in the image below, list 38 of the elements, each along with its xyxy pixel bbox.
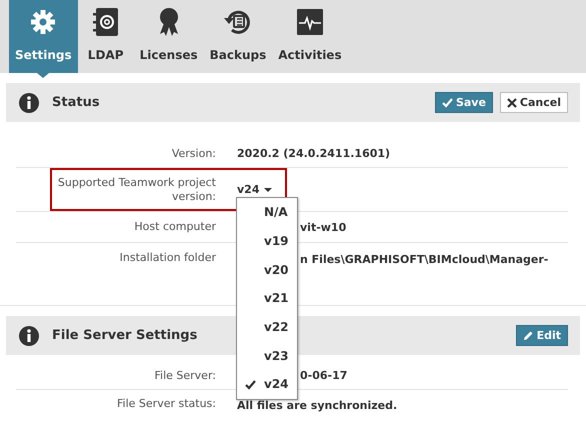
check-icon — [442, 98, 453, 108]
pencil-icon — [522, 330, 534, 341]
tab[interactable]: Licenses — [134, 0, 204, 73]
header-button[interactable]: Edit — [516, 325, 568, 346]
check-icon — [245, 380, 256, 390]
dropdown-option[interactable]: v22 — [237, 312, 297, 342]
dropdown-option[interactable]: v21 — [237, 284, 297, 313]
dropdown-option[interactable]: v20 — [237, 255, 297, 284]
address-book-icon — [92, 7, 119, 37]
info-icon — [19, 92, 39, 112]
tab[interactable]: LDAP — [78, 0, 134, 73]
pulse-monitor-icon — [296, 8, 324, 36]
close-icon — [506, 98, 517, 108]
field-label: File Server status: — [116, 396, 216, 412]
tab[interactable]: Backups — [204, 0, 272, 73]
field-label: Version: — [170, 146, 216, 162]
tab[interactable]: Activities — [272, 0, 348, 73]
field-label: Supported Teamwork project version: — [56, 174, 216, 204]
dropdown-option[interactable]: v19 — [237, 226, 297, 256]
header-button[interactable]: Save — [434, 92, 493, 113]
dropdown-option[interactable]: N/A — [237, 198, 297, 227]
info-icon — [19, 326, 39, 346]
panel-title: Status — [52, 95, 100, 110]
field-value: vit-w10 — [300, 220, 346, 234]
field-label: Installation folder — [118, 250, 216, 266]
gear-icon — [30, 9, 56, 35]
dropdown-option[interactable]: v24 — [237, 370, 297, 399]
field-label: Host computer — [133, 219, 216, 235]
field-value: n Files\GRAPHISOFT\BIMcloud\Manager- — [300, 252, 548, 266]
field-label: File Server: — [154, 368, 216, 384]
version-select[interactable]: v24 — [237, 183, 272, 196]
field-value: All files are synchronized. — [237, 398, 398, 412]
award-ribbon-icon — [158, 7, 180, 37]
header-button[interactable]: Cancel — [500, 92, 568, 113]
dropdown-option[interactable]: v23 — [237, 341, 297, 370]
field-value: 2020.2 (24.0.2411.1601) — [237, 147, 390, 160]
field-value: 0-06-17 — [300, 369, 348, 382]
panel-title: File Server Settings — [52, 328, 198, 343]
